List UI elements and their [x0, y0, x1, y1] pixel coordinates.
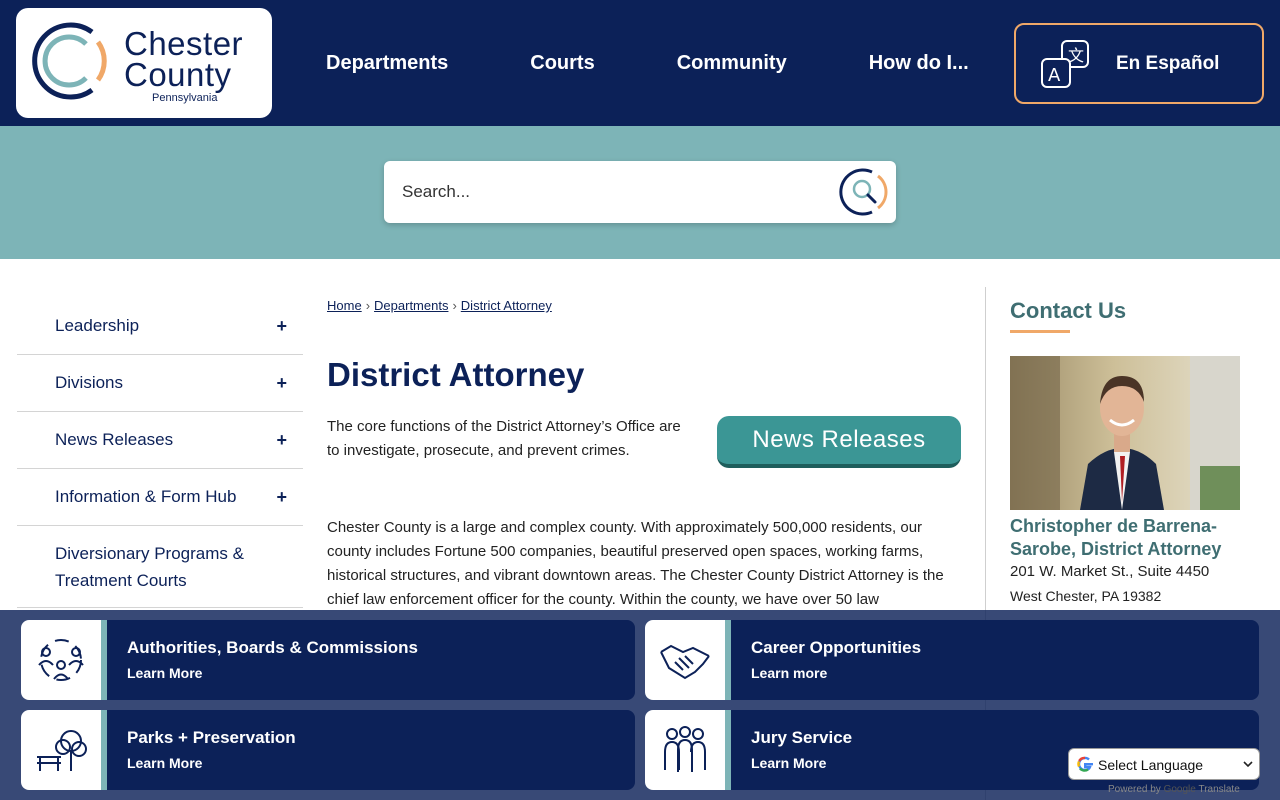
main-nav: Departments Courts Community How do I...: [326, 0, 969, 126]
park-bench-tree-icon: [37, 730, 87, 771]
contact-title: Contact Us: [1010, 298, 1127, 323]
sidebar-item-label: Leadership: [55, 316, 140, 335]
sidebar-item-news-releases[interactable]: News Releases +: [17, 412, 303, 469]
sidebar-item-label: News Releases: [55, 430, 174, 449]
language-select-label: Select Language: [1098, 757, 1204, 773]
expand-plus-icon[interactable]: +: [276, 430, 287, 451]
google-g-icon: [1077, 756, 1093, 772]
breadcrumb-separator: ›: [365, 298, 371, 313]
expand-plus-icon[interactable]: +: [276, 373, 287, 394]
sidebar-item-diversionary-programs[interactable]: Diversionary Programs & Treatment Courts: [17, 526, 303, 608]
card-icon-box: [645, 710, 725, 790]
body-paragraph: Chester County is a large and complex co…: [327, 519, 944, 608]
card-accent-stripe: [725, 710, 731, 790]
card-authorities-boards-commissions[interactable]: Authorities, Boards & Commissions Learn …: [21, 620, 635, 700]
sidebar-item-leadership[interactable]: Leadership +: [17, 298, 303, 355]
breadcrumb-home[interactable]: Home: [327, 298, 362, 313]
translate-icon: 文 A: [1041, 40, 1089, 88]
search-band: [0, 126, 1280, 259]
handshake-icon: [660, 644, 710, 680]
card-learn-more[interactable]: Learn More: [127, 665, 202, 681]
card-parks-preservation[interactable]: Parks + Preservation Learn More: [21, 710, 635, 790]
search-box: [384, 161, 896, 223]
card-learn-more[interactable]: Learn More: [751, 755, 826, 771]
jury-group-icon: [664, 726, 706, 772]
card-title: Parks + Preservation: [127, 728, 296, 747]
site-header: Chester County Pennsylvania Departments …: [0, 0, 1280, 126]
news-releases-button[interactable]: News Releases: [717, 416, 961, 468]
sidebar-item-divisions[interactable]: Divisions +: [17, 355, 303, 412]
spanish-button-label: En Español: [1116, 53, 1220, 74]
card-learn-more[interactable]: Learn More: [127, 755, 202, 771]
intro-text: The core functions of the District Attor…: [327, 418, 681, 459]
expand-plus-icon[interactable]: +: [276, 487, 287, 508]
nav-how-do-i[interactable]: How do I...: [869, 52, 969, 75]
page-title: District Attorney: [327, 356, 585, 393]
powered-by-text: Powered by: [1108, 784, 1161, 795]
sidebar-item-information-form-hub[interactable]: Information & Form Hub +: [17, 469, 303, 526]
search-icon[interactable]: [838, 166, 890, 218]
contact-name: Christopher de Barrena-Sarobe, District …: [1010, 516, 1222, 559]
nav-community[interactable]: Community: [677, 52, 787, 75]
card-icon-box: [21, 710, 101, 790]
powered-by-google-translate[interactable]: Powered by Google Translate: [1108, 784, 1240, 795]
translate-link[interactable]: Translate: [1198, 784, 1239, 795]
people-network-icon: [38, 639, 84, 681]
breadcrumb-departments[interactable]: Departments: [374, 298, 448, 313]
svg-text:A: A: [1048, 65, 1061, 86]
card-icon-box: [21, 620, 101, 700]
logo-line-chester: Chester: [124, 25, 244, 62]
card-title: Jury Service: [751, 728, 853, 747]
sidebar-item-label: Diversionary Programs & Treatment Courts: [55, 543, 244, 590]
google-language-select[interactable]: Select Language: [1068, 748, 1260, 780]
card-learn-more[interactable]: Learn more: [751, 665, 827, 681]
chester-county-logo[interactable]: Chester County Pennsylvania: [16, 8, 272, 118]
card-icon-box: [645, 620, 725, 700]
card-title: Authorities, Boards & Commissions: [127, 638, 418, 657]
contact-address-line2: West Chester, PA 19382: [1010, 588, 1162, 604]
logo-state: Pennsylvania: [152, 92, 218, 104]
expand-plus-icon[interactable]: +: [276, 316, 287, 337]
nav-departments[interactable]: Departments: [326, 52, 448, 75]
google-wordmark: Google: [1163, 784, 1196, 795]
nav-courts[interactable]: Courts: [530, 52, 594, 75]
card-career-opportunities[interactable]: Career Opportunities Learn more: [645, 620, 1259, 700]
spanish-language-button[interactable]: 文 A En Español: [1014, 23, 1264, 104]
card-title: Career Opportunities: [751, 638, 922, 657]
card-accent-stripe: [101, 710, 107, 790]
sidebar-nav: Leadership + Divisions + News Releases +…: [17, 298, 303, 608]
logo-mark-icon: [32, 22, 107, 100]
contact-title-underline: [1010, 330, 1070, 333]
breadcrumb-separator: ›: [452, 298, 457, 313]
breadcrumb: Home › Departments › District Attorney: [327, 298, 961, 313]
contact-address-line1: 201 W. Market St., Suite 4450: [1010, 563, 1210, 580]
contact-panel: Contact Us Christopher de Barrena-Sarobe…: [1010, 298, 1250, 604]
card-accent-stripe: [725, 620, 731, 700]
sidebar-item-label: Information & Form Hub: [55, 487, 237, 506]
search-input[interactable]: [402, 176, 832, 208]
district-attorney-photo: [1010, 356, 1240, 510]
main-content: Home › Departments › District Attorney Distr…: [327, 298, 961, 608]
card-accent-stripe: [101, 620, 107, 700]
breadcrumb-current[interactable]: District Attorney: [461, 298, 552, 313]
logo-line-county: County: [124, 56, 232, 93]
chevron-down-icon: [1243, 761, 1253, 768]
logo-wordmark: Chester County Pennsylvania: [124, 25, 244, 104]
sidebar-item-label: Divisions: [55, 373, 124, 392]
